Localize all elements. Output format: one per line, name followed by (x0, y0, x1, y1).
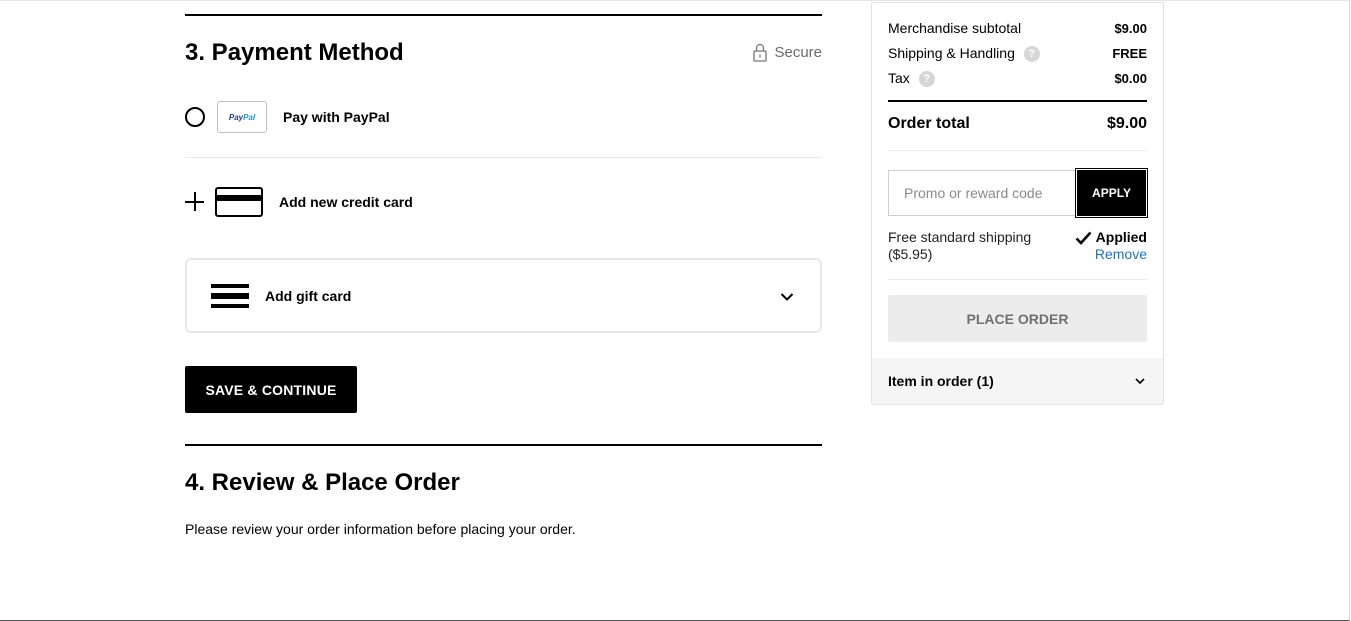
promo-amount: ($5.95) (888, 246, 933, 262)
merchandise-subtotal-value: $9.00 (1114, 20, 1147, 36)
tax-row: Tax? $0.00 (888, 70, 1147, 88)
paypal-logo-text-1: Pay (228, 112, 244, 122)
items-in-order-toggle[interactable]: Item in order (1) (872, 358, 1163, 404)
save-continue-button[interactable]: SAVE & CONTINUE (185, 366, 357, 413)
apply-promo-button[interactable]: APPLY (1075, 168, 1148, 218)
payment-section-title: 3. Payment Method (185, 39, 404, 66)
plus-icon[interactable] (185, 192, 205, 212)
chevron-down-icon[interactable] (1135, 376, 1145, 386)
add-credit-card-label[interactable]: Add new credit card (279, 194, 413, 210)
place-order-button[interactable]: PLACE ORDER (888, 295, 1147, 342)
promo-name: Free standard shipping (888, 229, 1032, 245)
gift-card-icon (211, 283, 249, 308)
tax-label: Tax (888, 70, 910, 86)
merchandise-subtotal-row: Merchandise subtotal $9.00 (888, 20, 1147, 36)
secure-label: Secure (774, 44, 822, 61)
review-description: Please review your order information bef… (185, 521, 576, 537)
order-total-label: Order total (888, 115, 970, 132)
order-total-row: Order total $9.00 (888, 115, 1147, 133)
order-total-value: $9.00 (1106, 115, 1147, 132)
shipping-row: Shipping & Handling? FREE (888, 45, 1147, 63)
option-divider (185, 157, 822, 158)
section-divider (185, 444, 822, 446)
tax-value: $0.00 (1114, 71, 1147, 87)
add-credit-card-option[interactable]: Add new credit card (185, 185, 822, 219)
help-icon[interactable]: ? (918, 71, 935, 88)
paypal-radio[interactable] (185, 107, 205, 127)
paypal-logo-text-2: Pal (243, 112, 256, 122)
credit-card-icon (215, 187, 263, 217)
shipping-value: FREE (1112, 46, 1147, 62)
summary-divider (888, 150, 1147, 151)
remove-promo-link[interactable]: Remove (1095, 246, 1147, 262)
merchandise-subtotal-label: Merchandise subtotal (888, 20, 1022, 36)
chevron-down-icon[interactable] (780, 290, 794, 304)
help-icon[interactable]: ? (1023, 46, 1040, 63)
applied-label: Applied (1095, 229, 1147, 245)
section-divider (185, 14, 822, 16)
add-gift-card-label[interactable]: Add gift card (265, 288, 351, 304)
review-section-title: 4. Review & Place Order (185, 469, 460, 496)
paypal-label[interactable]: Pay with PayPal (283, 109, 390, 125)
shipping-label: Shipping & Handling (888, 45, 1015, 61)
checkmark-icon (1075, 231, 1092, 245)
items-in-order-label[interactable]: Item in order (1) (888, 373, 994, 389)
applied-promo: Free standard shipping ($5.95) (888, 229, 1048, 263)
paypal-logo: Pay Pal (217, 101, 267, 133)
paypal-option[interactable]: Pay Pal Pay with PayPal (185, 100, 822, 134)
promo-status: Applied Remove (1075, 229, 1147, 263)
summary-divider (888, 279, 1147, 280)
summary-divider (888, 100, 1147, 102)
promo-code-input[interactable] (888, 170, 1076, 216)
order-summary: Merchandise subtotal $9.00 Shipping & Ha… (871, 2, 1164, 405)
add-gift-card-panel[interactable]: Add gift card (185, 258, 822, 333)
lock-icon (753, 43, 768, 62)
secure-indicator: Secure (753, 43, 822, 62)
